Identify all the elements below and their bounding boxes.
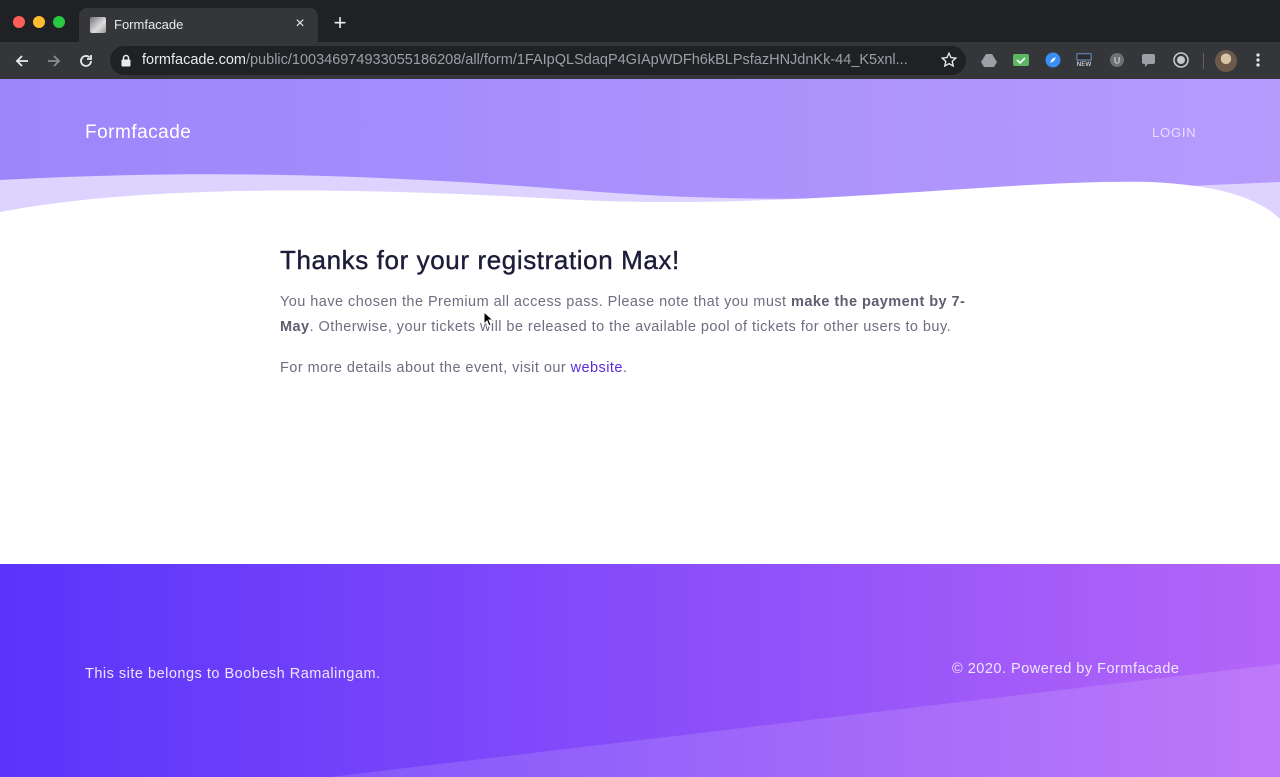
browser-toolbar: formfacade.com/public/100346974933055186… <box>0 42 1280 79</box>
kebab-menu-icon[interactable] <box>1250 52 1266 68</box>
reload-icon <box>80 55 92 67</box>
forward-button[interactable] <box>43 50 65 72</box>
back-button[interactable] <box>11 50 33 72</box>
favicon-icon <box>90 17 106 33</box>
drive-extension-icon[interactable] <box>981 52 997 68</box>
brand-logo-link[interactable]: Formfacade <box>85 122 191 144</box>
url-path: /public/100346974933055186208/all/form/1… <box>245 52 908 68</box>
browser-tab[interactable]: Formfacade × <box>79 8 318 42</box>
confirmation-content: Thanks for your registration Max! You ha… <box>280 245 1000 376</box>
powered-by-link[interactable]: © 2020. Powered by Formfacade <box>952 661 1180 677</box>
new-tab-button[interactable]: + <box>330 12 350 34</box>
url-text: formfacade.com/public/100346974933055186… <box>142 52 932 68</box>
site-owner-text: This site belongs to Boobesh Ramalingam. <box>85 666 381 682</box>
login-link[interactable]: LOGIN <box>1152 125 1196 140</box>
zoom-window-button[interactable] <box>53 16 65 28</box>
payment-note-text: You have chosen the Premium all access p… <box>280 294 791 310</box>
event-details-text: For more details about the event, visit … <box>280 360 571 376</box>
page-title: Thanks for your registration Max! <box>280 245 680 275</box>
event-details-note: For more details about the event, visit … <box>280 356 990 381</box>
address-bar[interactable]: formfacade.com/public/100346974933055186… <box>110 46 966 75</box>
arrow-left-icon <box>15 55 28 67</box>
close-tab-button[interactable]: × <box>291 15 309 33</box>
reload-button[interactable] <box>75 50 97 72</box>
svg-text:NEW: NEW <box>1077 61 1092 68</box>
chat-extension-icon[interactable] <box>1141 52 1157 68</box>
mouse-cursor-icon <box>483 311 494 327</box>
star-icon[interactable] <box>940 51 958 69</box>
browser-tab-strip: Formfacade × + <box>0 0 1280 42</box>
event-details-text-end: . <box>622 360 628 376</box>
website-link[interactable]: website <box>571 360 623 376</box>
payment-note-text-end: . Otherwise, your tickets will be releas… <box>309 319 952 335</box>
svg-text:U: U <box>1114 57 1121 67</box>
tab-title: Formfacade <box>114 17 184 32</box>
lock-icon <box>121 54 131 67</box>
arrow-right-icon <box>48 55 61 67</box>
mail-extension-icon[interactable] <box>1013 52 1029 68</box>
close-window-button[interactable] <box>13 16 25 28</box>
circle-extension-icon[interactable] <box>1173 52 1189 68</box>
minimize-window-button[interactable] <box>33 16 45 28</box>
hero-wave-background <box>0 79 1280 224</box>
profile-avatar[interactable] <box>1215 50 1237 72</box>
toolbar-separator <box>1203 53 1204 69</box>
url-host: formfacade.com <box>142 52 246 68</box>
new-extension-icon[interactable]: NEW <box>1076 52 1092 68</box>
u-extension-icon[interactable]: U <box>1109 52 1125 68</box>
compass-extension-icon[interactable] <box>1045 52 1061 68</box>
payment-note: You have chosen the Premium all access p… <box>280 290 990 340</box>
hero-header <box>0 79 1280 224</box>
